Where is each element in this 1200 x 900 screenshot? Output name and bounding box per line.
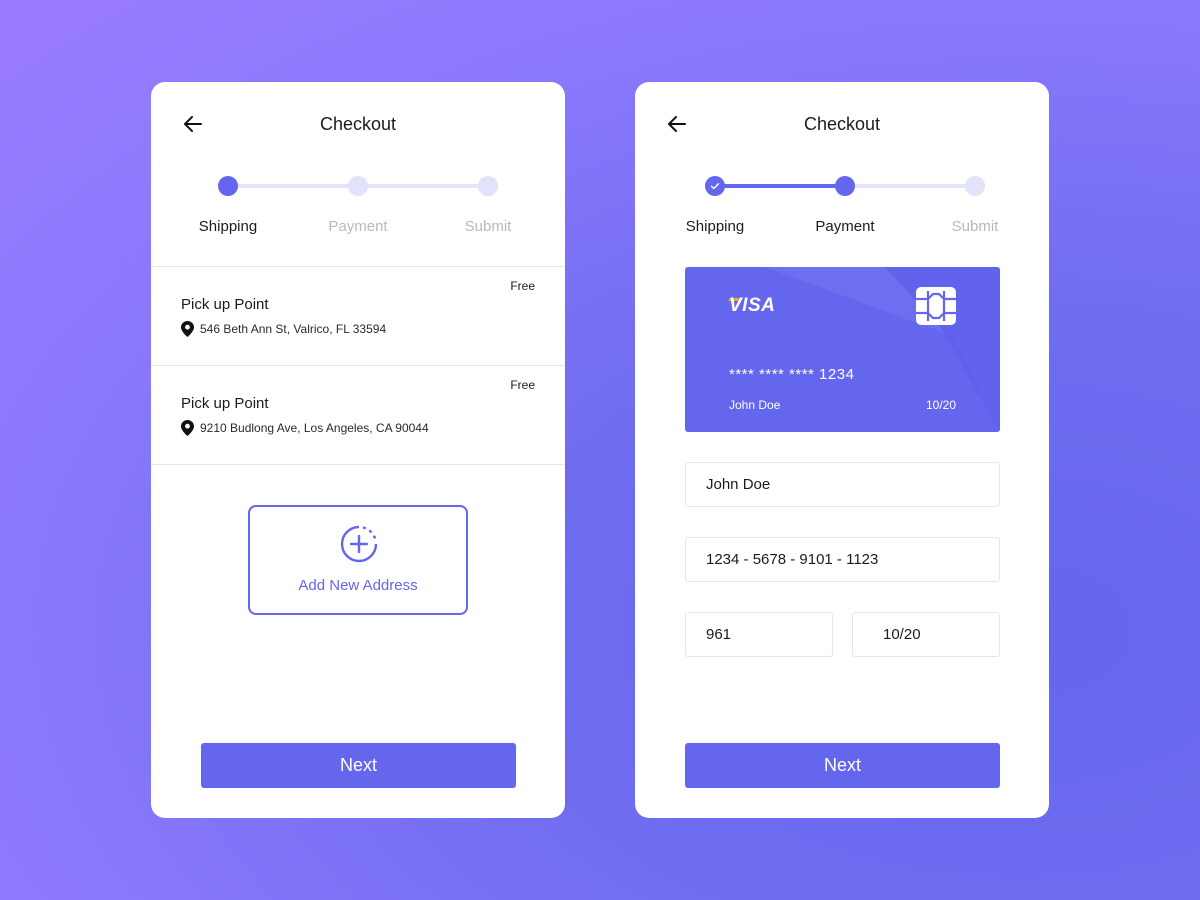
address-line: 546 Beth Ann St, Valrico, FL 33594 — [181, 321, 386, 337]
step-dot-submit — [478, 176, 498, 196]
step-label-payment: Payment — [815, 218, 875, 235]
page-title: Checkout — [319, 114, 397, 134]
add-new-address-label: Add New Address — [298, 577, 418, 594]
card-brand-logo: VISA — [729, 295, 776, 316]
location-pin-icon — [181, 321, 194, 337]
card-number-field[interactable] — [685, 537, 1000, 582]
step-dot-submit — [965, 176, 985, 196]
step-label-shipping: Shipping — [685, 218, 745, 235]
card-number-masked: **** **** **** 1234 — [729, 366, 855, 383]
credit-card-preview: VISA **** **** **** 1234 John Doe 10/20 — [685, 267, 1000, 432]
address-text: 546 Beth Ann St, Valrico, FL 33594 — [200, 322, 387, 336]
cvv-field[interactable] — [685, 612, 833, 657]
divider — [151, 266, 565, 267]
step-label-submit: Submit — [951, 218, 999, 235]
checkmark-icon — [710, 183, 720, 190]
stepper-progress — [715, 184, 845, 188]
expiry-date-field[interactable] — [852, 612, 1000, 657]
plus-circle-icon — [340, 525, 378, 563]
price-label: Free — [510, 378, 535, 392]
location-pin-icon — [181, 420, 194, 436]
card-expiry: 10/20 — [925, 398, 956, 412]
add-new-address-button[interactable]: Add New Address — [248, 505, 468, 615]
divider — [151, 365, 565, 366]
step-dot-payment — [348, 176, 368, 196]
next-button[interactable]: Next — [685, 743, 1000, 788]
divider — [151, 464, 565, 465]
address-line: 9210 Budlong Ave, Los Angeles, CA 90044 — [181, 420, 429, 436]
next-button[interactable]: Next — [201, 743, 516, 788]
address-title: Pick up Point — [181, 296, 269, 313]
cardholder-name-field[interactable] — [685, 462, 1000, 507]
step-dot-shipping — [705, 176, 725, 196]
shipping-checkout-card: Checkout Shipping Payment Submit Free Pi… — [151, 82, 565, 818]
payment-checkout-card: Checkout Shipping Payment Submit VISA **… — [635, 82, 1049, 818]
step-dot-payment — [835, 176, 855, 196]
step-label-shipping: Shipping — [198, 218, 258, 235]
page-title: Checkout — [803, 114, 881, 134]
step-label-payment: Payment — [328, 218, 388, 235]
price-label: Free — [510, 279, 535, 293]
address-title: Pick up Point — [181, 395, 269, 412]
step-label-submit: Submit — [464, 218, 512, 235]
step-dot-shipping — [218, 176, 238, 196]
card-chip-icon — [916, 287, 956, 325]
address-text: 9210 Budlong Ave, Los Angeles, CA 90044 — [200, 421, 429, 435]
card-holder-name: John Doe — [729, 398, 781, 412]
